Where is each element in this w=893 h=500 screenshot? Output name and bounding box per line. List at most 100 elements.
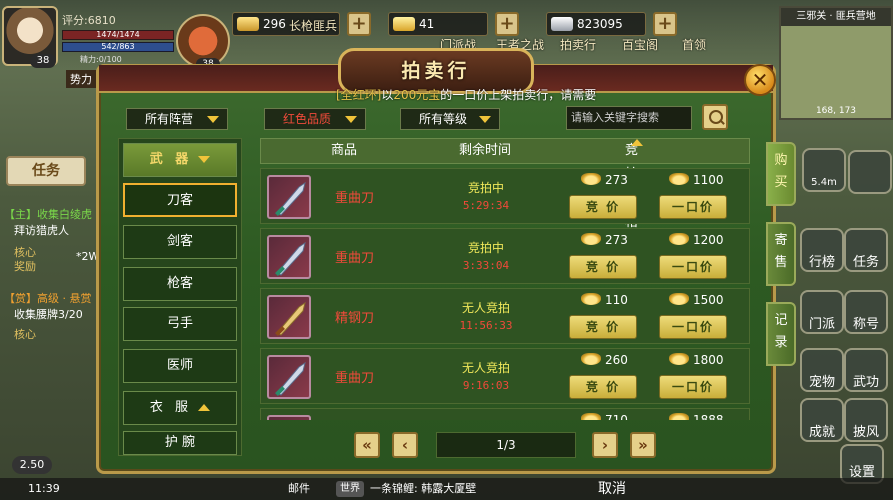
buyout-price-value: 1200 [693, 233, 724, 247]
category-item[interactable]: 弓手 [123, 307, 237, 341]
page-indicator: 1/3 [436, 432, 576, 458]
faction-filter-value: 所有阵营 [145, 112, 194, 126]
remaining-time: 3:33:04 [462, 259, 510, 272]
tab-consign[interactable]: 寄售 [766, 222, 796, 286]
buyout-button[interactable]: 一口价 [659, 255, 727, 279]
close-button[interactable]: ✕ [744, 64, 776, 96]
weapon-item-icon[interactable] [267, 415, 311, 420]
chevron-down-icon [345, 116, 357, 123]
curved-sabre-icon[interactable] [267, 355, 311, 399]
bid-price-value: 273 [605, 233, 628, 247]
chevron-down-icon [198, 156, 211, 163]
tab-buy[interactable]: 购买 [766, 142, 796, 206]
bid-button[interactable]: 竞 价 [569, 255, 637, 279]
menu-item[interactable]: 首领 [682, 36, 706, 53]
bid-button[interactable]: 竞 价 [569, 195, 637, 219]
cape-icon[interactable]: 披风 [844, 398, 888, 442]
buyout-price: 1800 [669, 353, 724, 367]
prev-page-button[interactable]: ‹ [392, 432, 418, 458]
quality-filter-value: 红色品质 [283, 112, 332, 126]
buyout-price-value: 1100 [693, 173, 724, 187]
buyout-button[interactable]: 一口价 [659, 195, 727, 219]
category-item[interactable]: 护 腕 [123, 431, 237, 455]
buyout-button[interactable]: 一口价 [659, 375, 727, 399]
tab-records[interactable]: 记录 [766, 302, 796, 366]
menu-item[interactable]: 拍卖行 [560, 36, 596, 53]
auction-status: 无人竞拍 [461, 361, 510, 375]
category-item[interactable]: 剑客 [123, 225, 237, 259]
quest-line[interactable]: 【赏】高级 · 悬赏 [4, 290, 92, 306]
hp-bar: 1474/1474 [62, 30, 174, 40]
speed-indicator[interactable]: 2.50 [12, 456, 52, 474]
bid-button[interactable]: 竞 价 [569, 375, 637, 399]
auction-table: 商品 剩余时间 竞拍价格 重曲刀 竞拍中 5:29:34 273 1100 竞 … [260, 138, 750, 420]
bid-price: 273 [581, 233, 628, 247]
quest-line[interactable]: 【主】收集白绫虎 [4, 206, 92, 222]
gold-ingot-icon [581, 233, 601, 245]
category-weapon-header[interactable]: 武 器 [123, 143, 237, 177]
minimap-title: 三邪关 · 匪兵营地 [781, 8, 891, 26]
auction-status: 竞拍中 [467, 241, 504, 255]
add-currency-button[interactable]: + [347, 12, 371, 36]
table-row[interactable]: 重曲刀 竞拍中 5:29:34 273 1100 竞 价 一口价 [260, 168, 750, 224]
martial-arts-icon[interactable]: 武功 [844, 348, 888, 392]
gold-ingot-icon [581, 413, 601, 420]
buyout-button[interactable]: 一口价 [659, 315, 727, 339]
item-name: 重曲刀 [335, 251, 375, 266]
bid-button[interactable]: 竞 价 [569, 315, 637, 339]
chat-message[interactable]: 一条锦鲤: 韩露大厦壁 [370, 478, 476, 500]
curved-sabre-icon[interactable] [267, 235, 311, 279]
item-name: 重曲刀 [335, 191, 375, 206]
curved-sabre-icon[interactable] [267, 175, 311, 219]
category-item[interactable]: 医师 [123, 349, 237, 383]
next-page-button[interactable]: › [592, 432, 618, 458]
faction-filter-dropdown[interactable]: 所有阵营 [126, 108, 228, 130]
table-row[interactable]: 精钢刀 无人竞拍 11:56:33 110 1500 竞 价 一口价 [260, 288, 750, 344]
notice-highlight: 200元宝 [393, 88, 441, 102]
chat-channel: 世界 [336, 481, 364, 497]
quest-tab[interactable]: 任务 [6, 156, 86, 186]
tab-records-label: 记录 [774, 313, 788, 350]
bid-price-value: 110 [605, 293, 628, 307]
clock: 11:39 [28, 482, 60, 495]
first-page-button[interactable]: « [354, 432, 380, 458]
achievement-icon[interactable]: 成就 [800, 398, 844, 442]
level-filter-dropdown[interactable]: 所有等级 [400, 108, 500, 130]
steel-sabre-icon[interactable] [267, 295, 311, 339]
pet-icon[interactable]: 宠物 [800, 348, 844, 392]
chevron-up-icon [198, 404, 211, 411]
category-item[interactable]: 刀客 [123, 183, 237, 217]
last-page-button[interactable]: » [630, 432, 656, 458]
menu-item[interactable]: 百宝阁 [622, 36, 658, 53]
buyout-price-value: 1800 [693, 353, 724, 367]
gold-ingot-icon [669, 173, 689, 185]
add-currency-button[interactable]: + [495, 12, 519, 36]
task-icon[interactable]: 任务 [844, 228, 888, 272]
gold-ingot-icon [581, 293, 601, 305]
sect-icon[interactable]: 门派 [800, 290, 844, 334]
bid-price-value: 260 [605, 353, 628, 367]
category-item[interactable]: 枪客 [123, 267, 237, 301]
quality-filter-dropdown[interactable]: 红色品质 [264, 108, 366, 130]
menu-icon[interactable] [848, 150, 892, 194]
auction-status: 竞拍中 [467, 181, 504, 195]
add-currency-button[interactable]: + [653, 12, 677, 36]
sort-asc-icon [631, 139, 643, 146]
currency-value: 823095 [577, 17, 623, 31]
table-row[interactable]: 重曲刀 竞拍中 3:33:04 273 1200 竞 价 一口价 [260, 228, 750, 284]
search-input[interactable]: 请输入关键字搜索 [566, 106, 692, 130]
table-row[interactable]: 710 1888 [260, 408, 750, 420]
currency-bound-gold: 296 长枪匪兵 + [232, 12, 371, 36]
search-button[interactable] [702, 104, 728, 130]
title-icon[interactable]: 称号 [844, 290, 888, 334]
table-row[interactable]: 重曲刀 无人竞拍 9:16:03 260 1800 竞 价 一口价 [260, 348, 750, 404]
bound-gold-ingot-icon [237, 17, 259, 31]
mail-button[interactable]: 邮件 [288, 478, 310, 500]
leaderboard-icon[interactable]: 行榜 [800, 228, 844, 272]
player-level: 38 [30, 54, 56, 68]
cancel-button[interactable]: 取消 [598, 478, 626, 500]
minimap[interactable]: 三邪关 · 匪兵营地 168, 173 [779, 6, 893, 120]
faction-label[interactable]: 势力 [66, 70, 96, 88]
table-header: 商品 剩余时间 竞拍价格 [260, 138, 750, 230]
category-armor-header[interactable]: 衣 服 [123, 391, 237, 425]
